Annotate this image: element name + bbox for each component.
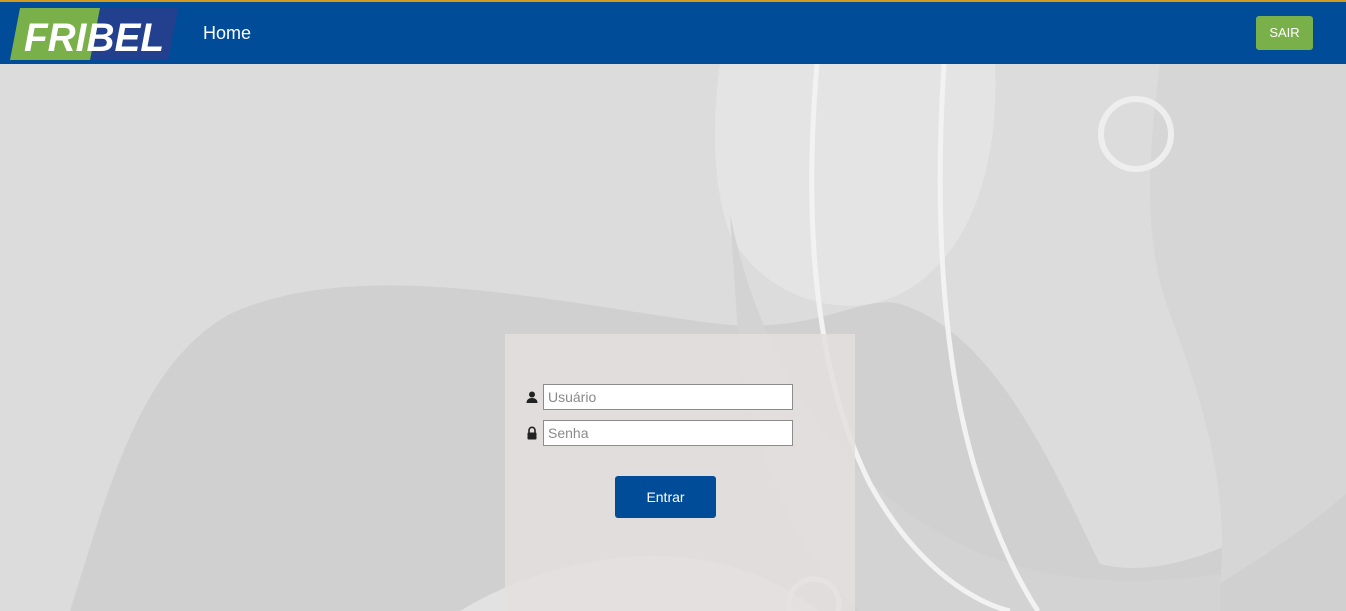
user-icon: [526, 391, 538, 403]
password-input[interactable]: [543, 420, 793, 446]
top-navbar: FRIBEL Home SAIR: [0, 0, 1346, 64]
username-row: [525, 384, 815, 410]
logout-button[interactable]: SAIR: [1256, 16, 1313, 50]
password-row: [525, 420, 815, 446]
lock-icon: [527, 426, 537, 440]
login-card: Entrar: [505, 334, 855, 611]
username-input[interactable]: [543, 384, 793, 410]
login-submit-button[interactable]: Entrar: [615, 476, 716, 518]
svg-text:FRIBEL: FRIBEL: [24, 16, 164, 60]
nav-home-link[interactable]: Home: [203, 22, 251, 44]
fribel-logo[interactable]: FRIBEL: [10, 8, 178, 60]
